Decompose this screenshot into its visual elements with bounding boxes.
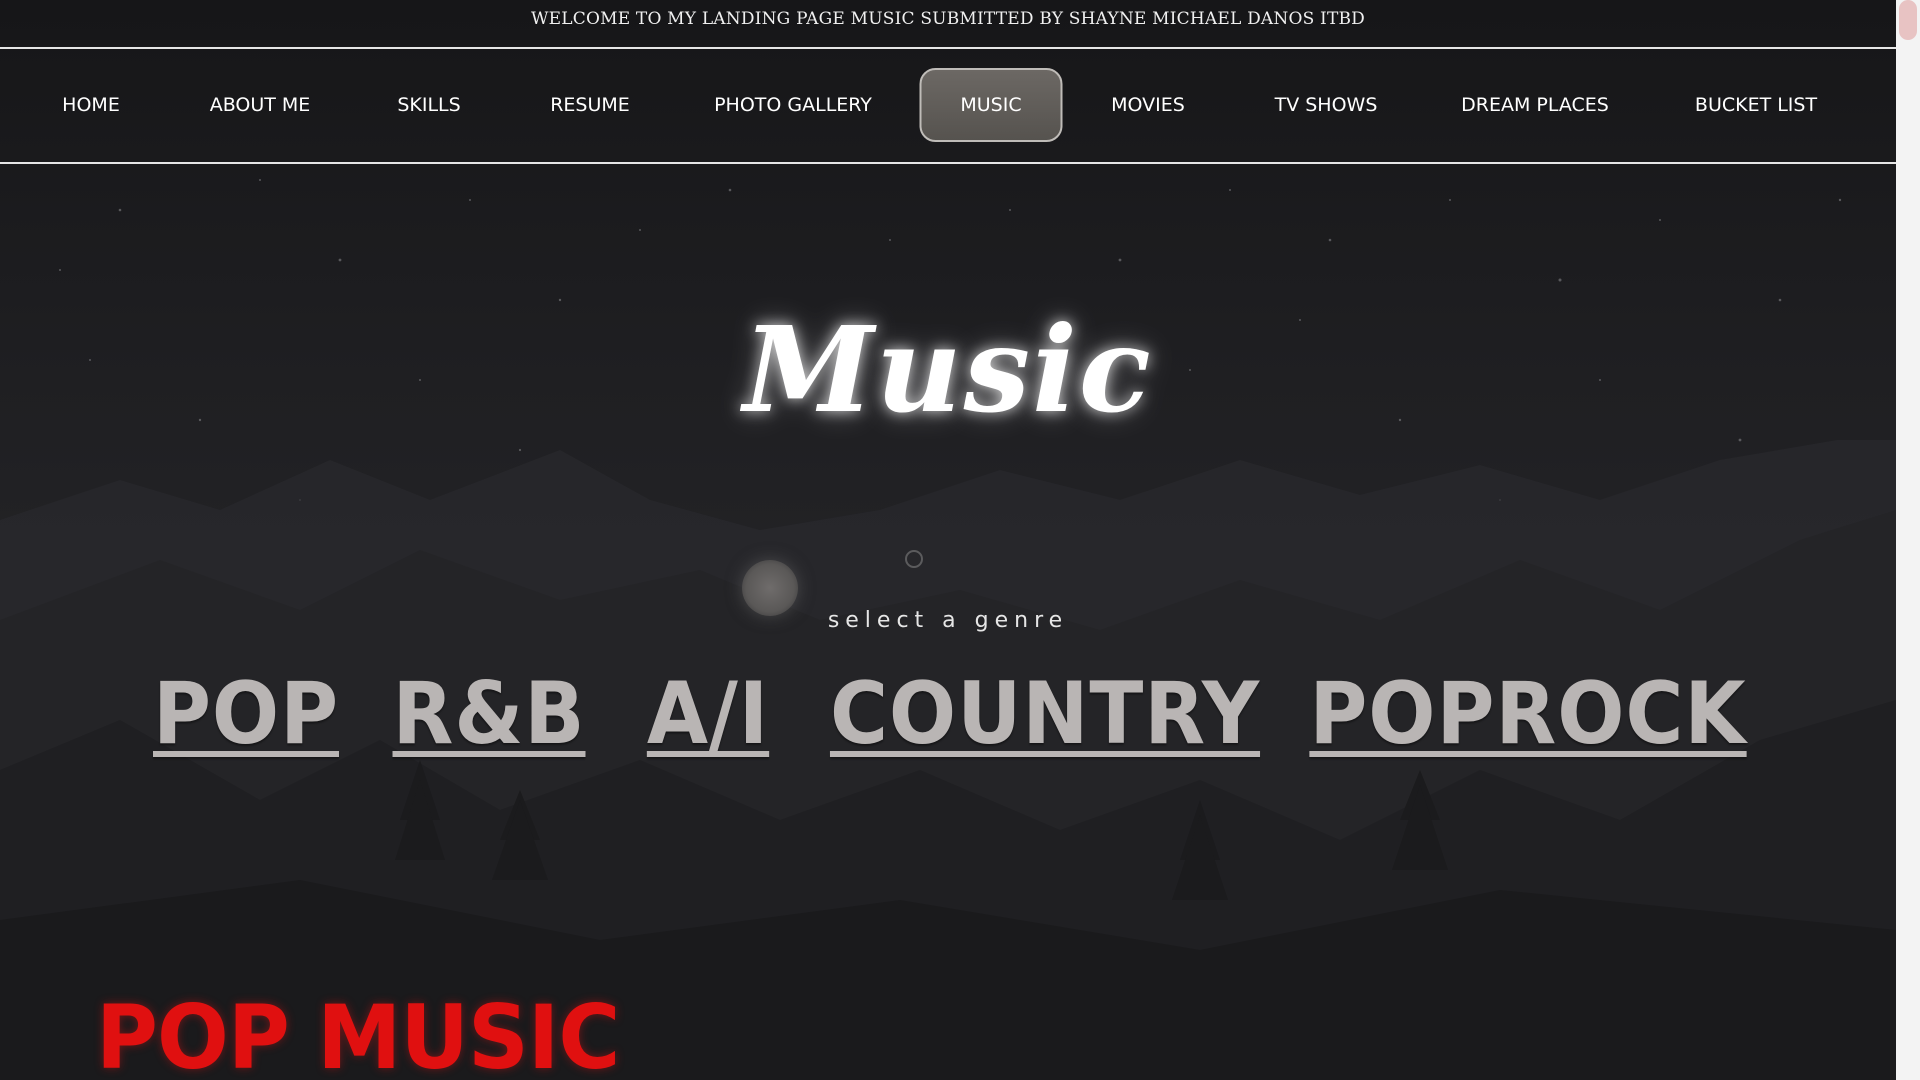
nav-item-photo-gallery[interactable]: PHOTO GALLERY	[714, 68, 872, 142]
genre-link-pop[interactable]: POP	[153, 664, 339, 764]
nav-item-tv-shows[interactable]: TV SHOWS	[1275, 68, 1378, 142]
nav-item-about-me[interactable]: ABOUT ME	[210, 68, 311, 142]
section-title-pop-music: POP MUSIC	[96, 986, 620, 1080]
page-title: Music	[743, 300, 1153, 439]
main-navigation: HOME ABOUT ME SKILLS RESUME PHOTO GALLER…	[0, 49, 1896, 164]
nav-item-music[interactable]: MUSIC	[919, 68, 1063, 142]
genre-link-poprock[interactable]: POPROCK	[1309, 664, 1746, 764]
nav-item-bucket-list[interactable]: BUCKET LIST	[1695, 68, 1817, 142]
genre-link-ai[interactable]: A/I	[647, 664, 769, 764]
nav-item-resume[interactable]: RESUME	[550, 68, 630, 142]
nav-item-dream-places[interactable]: DREAM PLACES	[1461, 68, 1609, 142]
select-genre-label: select a genre	[827, 608, 1069, 633]
nav-item-home[interactable]: HOME	[62, 68, 120, 142]
page: WELCOME TO MY LANDING PAGE MUSIC SUBMITT…	[0, 0, 1896, 1080]
nav-item-movies[interactable]: MOVIES	[1111, 68, 1185, 142]
welcome-banner: WELCOME TO MY LANDING PAGE MUSIC SUBMITT…	[0, 0, 1896, 49]
scrollbar-thumb[interactable]	[1899, 0, 1917, 40]
circle-decoration	[905, 550, 923, 568]
nav-item-skills[interactable]: SKILLS	[397, 68, 460, 142]
genre-link-rnb[interactable]: R&B	[393, 664, 586, 764]
vertical-scrollbar[interactable]	[1896, 0, 1920, 1080]
genre-link-country[interactable]: COUNTRY	[830, 664, 1260, 764]
